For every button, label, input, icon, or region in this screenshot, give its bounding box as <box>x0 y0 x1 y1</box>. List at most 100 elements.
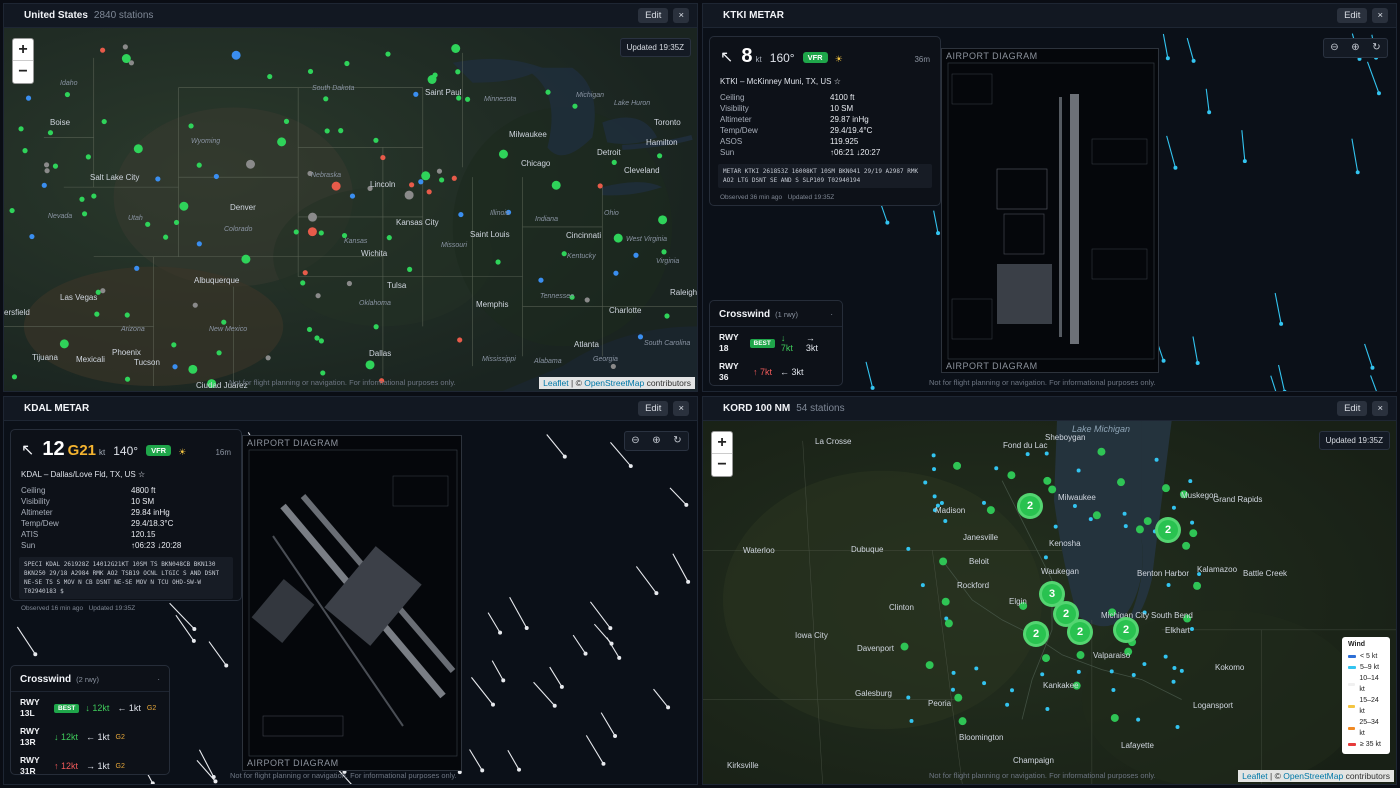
station-marker[interactable] <box>427 75 437 84</box>
station-marker[interactable] <box>25 95 32 101</box>
station-marker[interactable] <box>664 313 670 319</box>
station-marker[interactable] <box>188 123 194 129</box>
station-marker[interactable] <box>426 189 432 195</box>
station-marker[interactable] <box>943 518 948 523</box>
station-marker[interactable] <box>94 311 100 317</box>
station-marker[interactable] <box>318 338 324 344</box>
station-marker[interactable] <box>1044 451 1049 456</box>
station-marker[interactable] <box>958 717 967 726</box>
station-marker[interactable] <box>994 466 999 471</box>
zoom-out-button[interactable]: − <box>13 61 33 83</box>
station-marker[interactable] <box>1042 654 1050 663</box>
station-marker[interactable] <box>951 670 956 675</box>
station-marker[interactable] <box>931 453 936 458</box>
station-marker[interactable] <box>171 342 177 348</box>
station-marker[interactable] <box>941 597 950 606</box>
station-marker[interactable] <box>464 96 471 102</box>
station-marker[interactable] <box>1072 504 1077 509</box>
station-marker[interactable] <box>1088 517 1093 522</box>
station-marker[interactable] <box>407 266 413 272</box>
station-marker[interactable] <box>418 179 424 185</box>
station-marker[interactable] <box>1043 476 1052 485</box>
station-marker[interactable] <box>495 259 501 265</box>
station-marker[interactable] <box>439 177 445 183</box>
station-marker[interactable] <box>944 619 953 628</box>
star-icon[interactable]: ☆ <box>834 77 841 86</box>
station-marker[interactable] <box>1092 511 1101 520</box>
station-marker[interactable] <box>572 103 578 109</box>
station-marker[interactable] <box>44 168 50 174</box>
close-button[interactable]: × <box>673 8 689 23</box>
edit-button[interactable]: Edit <box>638 8 669 23</box>
station-marker[interactable] <box>277 137 287 147</box>
station-marker[interactable] <box>900 642 909 651</box>
station-marker[interactable] <box>1135 525 1144 534</box>
station-marker[interactable] <box>1182 541 1191 550</box>
station-marker[interactable] <box>909 718 914 723</box>
station-marker[interactable] <box>18 126 24 132</box>
collapse-icon[interactable]: · <box>830 310 833 319</box>
station-marker[interactable] <box>283 118 290 124</box>
station-marker[interactable] <box>79 196 85 202</box>
station-marker[interactable] <box>436 168 443 174</box>
kord-map[interactable]: La Crosse Fond du Lac Sheboygan Lake Mic… <box>703 421 1396 784</box>
station-marker[interactable] <box>221 319 227 325</box>
station-marker[interactable] <box>52 163 59 169</box>
station-marker[interactable] <box>661 249 667 255</box>
station-marker[interactable] <box>267 73 273 80</box>
station-marker[interactable] <box>1143 517 1152 526</box>
station-marker[interactable] <box>91 193 97 199</box>
station-marker[interactable] <box>320 370 326 376</box>
station-marker[interactable] <box>1123 524 1128 529</box>
station-marker[interactable] <box>386 235 392 241</box>
station-marker[interactable] <box>373 137 379 143</box>
station-marker[interactable] <box>100 288 106 294</box>
station-marker[interactable] <box>1161 484 1170 493</box>
station-marker[interactable] <box>421 171 431 181</box>
station-marker[interactable] <box>1045 707 1050 712</box>
station-marker[interactable] <box>1076 651 1085 659</box>
station-marker[interactable] <box>380 155 386 161</box>
station-marker[interactable] <box>613 270 619 276</box>
station-marker[interactable] <box>373 324 379 330</box>
station-marker[interactable] <box>1007 471 1016 480</box>
zoom-in-button[interactable]: + <box>13 39 33 61</box>
station-marker[interactable] <box>306 326 313 333</box>
leaflet-link[interactable]: Leaflet <box>1242 771 1268 781</box>
station-marker[interactable] <box>1117 478 1125 487</box>
station-marker[interactable] <box>413 91 419 97</box>
osm-link[interactable]: OpenStreetMap <box>1283 771 1343 781</box>
station-marker[interactable] <box>1171 505 1176 510</box>
station-marker[interactable] <box>974 666 979 671</box>
station-marker[interactable] <box>122 44 128 50</box>
station-marker[interactable] <box>1122 511 1127 516</box>
station-marker[interactable] <box>173 219 180 226</box>
station-marker[interactable] <box>1171 679 1176 684</box>
station-marker[interactable] <box>241 254 251 264</box>
station-marker[interactable] <box>231 50 241 60</box>
station-marker[interactable] <box>1193 581 1202 590</box>
station-cluster[interactable]: 2 <box>1023 621 1049 647</box>
station-marker[interactable] <box>906 695 911 700</box>
station-cluster[interactable]: 2 <box>1113 617 1139 643</box>
station-marker[interactable] <box>538 277 544 283</box>
station-marker[interactable] <box>85 154 91 160</box>
zoom-out-icon[interactable]: ⊖ <box>1324 39 1345 57</box>
station-marker[interactable] <box>633 252 639 258</box>
station-marker[interactable] <box>324 128 330 134</box>
station-marker[interactable] <box>172 364 178 370</box>
station-marker[interactable] <box>365 360 375 370</box>
station-marker[interactable] <box>1048 485 1057 494</box>
station-marker[interactable] <box>338 128 344 134</box>
zoom-in-icon[interactable]: ⊕ <box>1345 39 1366 57</box>
station-marker[interactable] <box>1175 725 1180 730</box>
station-marker[interactable] <box>346 280 352 287</box>
station-marker[interactable] <box>1040 672 1045 677</box>
station-marker[interactable] <box>385 51 391 57</box>
station-marker[interactable] <box>498 149 508 159</box>
station-cluster[interactable]: 2 <box>1155 517 1181 543</box>
station-marker[interactable] <box>1053 524 1058 529</box>
station-marker[interactable] <box>923 480 928 485</box>
station-marker[interactable] <box>551 180 561 190</box>
edit-button[interactable]: Edit <box>638 401 669 416</box>
